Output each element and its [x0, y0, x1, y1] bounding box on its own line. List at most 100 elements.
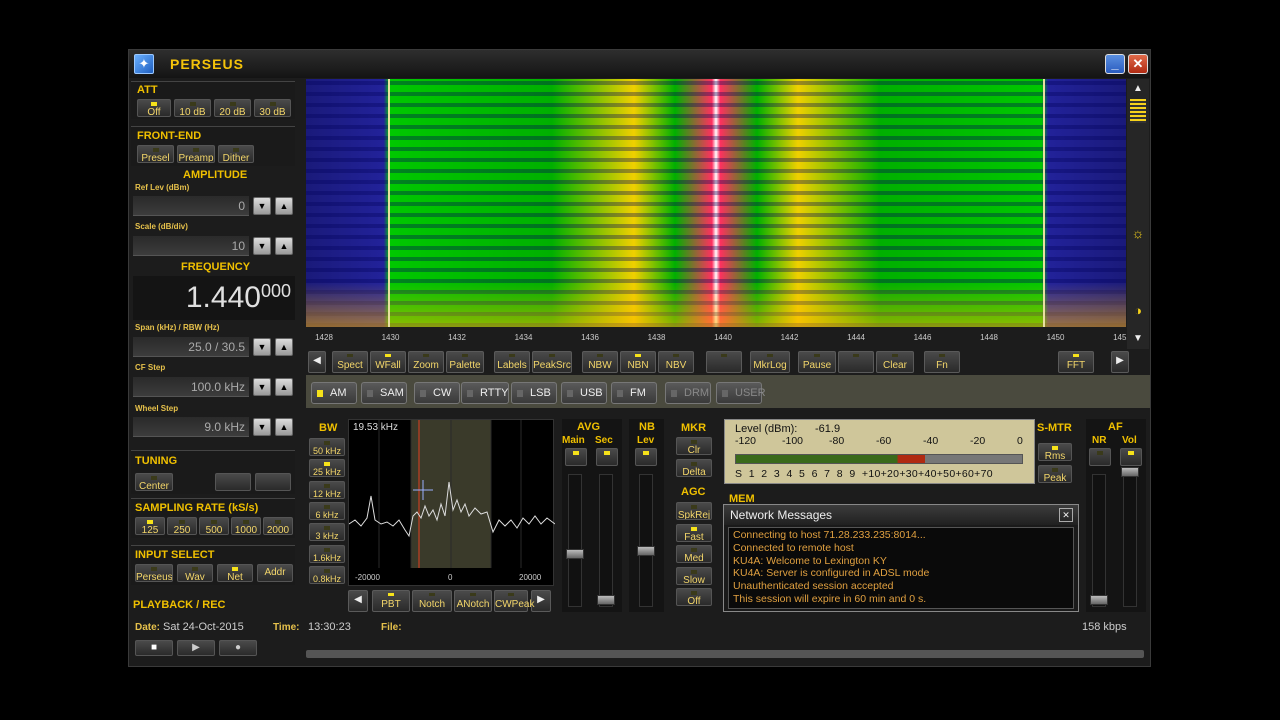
cfstep-field[interactable]: 100.0 kHz — [133, 377, 249, 397]
bw-6khz-button[interactable]: 6 kHz — [309, 501, 345, 520]
sr-250-button[interactable]: 250 — [167, 517, 197, 535]
wheel-up-arrow-icon[interactable]: ▲ — [275, 418, 293, 436]
waterfall-display[interactable] — [306, 79, 1126, 327]
scroll-up-arrow-icon[interactable]: ▲ — [1130, 83, 1146, 94]
mode-fm-button[interactable]: FM — [611, 382, 657, 404]
att-30db-button[interactable]: 30 dB — [254, 99, 291, 117]
vol-slider[interactable] — [1121, 467, 1139, 477]
toolbar-button-nbn[interactable]: NBN — [620, 351, 656, 373]
network-messages-close-icon[interactable]: ✕ — [1059, 508, 1073, 522]
toolbar-left-arrow-icon[interactable]: ◀ — [308, 351, 326, 373]
agc-fast-button[interactable]: Fast — [676, 523, 712, 542]
agc-off-button[interactable]: Off — [676, 588, 712, 606]
tuning-blank-button-2[interactable] — [255, 473, 291, 491]
network-messages-title[interactable]: Network Messages — [724, 505, 1078, 525]
wav-input-button[interactable]: Wav — [177, 564, 213, 582]
att-20db-button[interactable]: 20 dB — [214, 99, 251, 117]
toolbar-button-labels[interactable]: Labels — [494, 351, 530, 373]
toolbar-button-fn[interactable]: Fn — [924, 351, 960, 373]
nr-slider[interactable] — [1090, 595, 1108, 605]
bw-25khz-button[interactable]: 25 kHz — [309, 459, 345, 478]
nr-toggle[interactable] — [1089, 448, 1111, 466]
cfstep-down-arrow-icon[interactable]: ▼ — [253, 378, 271, 396]
playback-progress[interactable] — [306, 650, 1144, 658]
bw-16khz-button[interactable]: 1.6kHz — [309, 544, 345, 563]
mode-lsb-button[interactable]: LSB — [511, 382, 557, 404]
record-icon[interactable]: ● — [219, 640, 257, 656]
mode-rtty-button[interactable]: RTTY — [461, 382, 509, 404]
att-10db-button[interactable]: 10 dB — [174, 99, 211, 117]
bw-12khz-button[interactable]: 12 kHz — [309, 480, 345, 499]
ref-level-field[interactable]: 0 — [133, 196, 249, 216]
minimize-button[interactable]: _ — [1105, 54, 1125, 74]
center-button[interactable]: Center — [135, 473, 173, 491]
toolbar-button-zoom[interactable]: Zoom — [408, 351, 444, 373]
dither-button[interactable]: Dither — [218, 145, 254, 163]
span-down-arrow-icon[interactable]: ▼ — [253, 338, 271, 356]
scroll-down-arrow-icon[interactable]: ▼ — [1130, 333, 1146, 344]
smtr-rms-button[interactable]: Rms — [1038, 443, 1072, 461]
sr-1000-button[interactable]: 1000 — [231, 517, 261, 535]
preamp-button[interactable]: Preamp — [177, 145, 215, 163]
toolbar-button-blank[interactable] — [706, 351, 742, 373]
avg-main-toggle[interactable] — [565, 448, 587, 466]
cfstep-up-arrow-icon[interactable]: ▲ — [275, 378, 293, 396]
wheel-down-arrow-icon[interactable]: ▼ — [253, 418, 271, 436]
span-field[interactable]: 25.0 / 30.5 — [133, 337, 249, 357]
avg-main-slider[interactable] — [566, 549, 584, 559]
mode-drm-button[interactable]: DRM — [665, 382, 711, 404]
filter-left-arrow-icon[interactable]: ◀ — [348, 590, 368, 612]
agc-spkrej-button[interactable]: SpkRej — [676, 502, 712, 520]
toolbar-button-spect[interactable]: Spect — [332, 351, 368, 373]
agc-slow-button[interactable]: Slow — [676, 566, 712, 585]
nb-level-slider[interactable] — [637, 546, 655, 556]
toolbar-button-wfall[interactable]: WFall — [370, 351, 406, 373]
span-up-arrow-icon[interactable]: ▲ — [275, 338, 293, 356]
bw-3khz-button[interactable]: 3 kHz — [309, 523, 345, 542]
pbt-button[interactable]: PBT — [372, 590, 410, 612]
audio-spectrum[interactable]: 19.53 kHz -20000 0 20000 — [348, 419, 556, 586]
toolbar-button-palette[interactable]: Palette — [446, 351, 484, 373]
mode-usb-button[interactable]: USB — [561, 382, 607, 404]
sr-500-button[interactable]: 500 — [199, 517, 229, 535]
mode-cw-button[interactable]: CW — [414, 382, 460, 404]
toolbar-button-blank[interactable] — [838, 351, 874, 373]
toolbar-button-peaksrc[interactable]: PeakSrc — [532, 351, 572, 373]
toolbar-button-fft[interactable]: FFT — [1058, 351, 1094, 373]
att-off-button[interactable]: Off — [137, 99, 171, 117]
net-input-button[interactable]: Net — [217, 564, 253, 582]
addr-button[interactable]: Addr — [257, 564, 293, 582]
anotch-button[interactable]: ANotch — [454, 590, 492, 612]
wheel-step-field[interactable]: 9.0 kHz — [133, 417, 249, 437]
perseus-input-button[interactable]: Perseus — [135, 564, 173, 582]
toolbar-button-mkrlog[interactable]: MkrLog — [750, 351, 790, 373]
mode-user-button[interactable]: USER — [716, 382, 766, 404]
avg-sec-slider[interactable] — [597, 595, 615, 605]
waterfall-scrollbar[interactable]: ▲ ☼ ◑ ▼ — [1127, 79, 1149, 349]
mode-sam-button[interactable]: SAM — [361, 382, 407, 404]
title-bar[interactable]: ✦ PERSEUS _ ✕ — [129, 50, 1150, 78]
frequency-display[interactable]: 1.440000 — [133, 276, 295, 320]
vol-toggle[interactable] — [1120, 448, 1142, 466]
bw-08khz-button[interactable]: 0.8kHz — [309, 565, 345, 584]
network-messages-log[interactable]: Connecting to host 71.28.233.235:8014...… — [728, 527, 1074, 609]
sr-125-button[interactable]: 125 — [135, 517, 165, 535]
bw-50khz-button[interactable]: 50 kHz — [309, 438, 345, 456]
stop-icon[interactable]: ■ — [135, 640, 173, 656]
ref-level-down-arrow-icon[interactable]: ▼ — [253, 197, 271, 215]
toolbar-button-clear[interactable]: Clear — [876, 351, 914, 373]
toolbar-button-pause[interactable]: Pause — [798, 351, 836, 373]
tuning-blank-button-1[interactable] — [215, 473, 251, 491]
scale-field[interactable]: 10 — [133, 236, 249, 256]
presel-button[interactable]: Presel — [137, 145, 174, 163]
play-icon[interactable]: ▶ — [177, 640, 215, 656]
sr-2000-button[interactable]: 2000 — [263, 517, 293, 535]
ref-level-up-arrow-icon[interactable]: ▲ — [275, 197, 293, 215]
agc-med-button[interactable]: Med — [676, 545, 712, 563]
nb-toggle[interactable] — [635, 448, 657, 466]
mkr-clr-button[interactable]: Clr — [676, 437, 712, 455]
scale-down-arrow-icon[interactable]: ▼ — [253, 237, 271, 255]
toolbar-button-nbw[interactable]: NBW — [582, 351, 618, 373]
smtr-peak-button[interactable]: Peak — [1038, 465, 1072, 483]
mode-am-button[interactable]: AM — [311, 382, 357, 404]
